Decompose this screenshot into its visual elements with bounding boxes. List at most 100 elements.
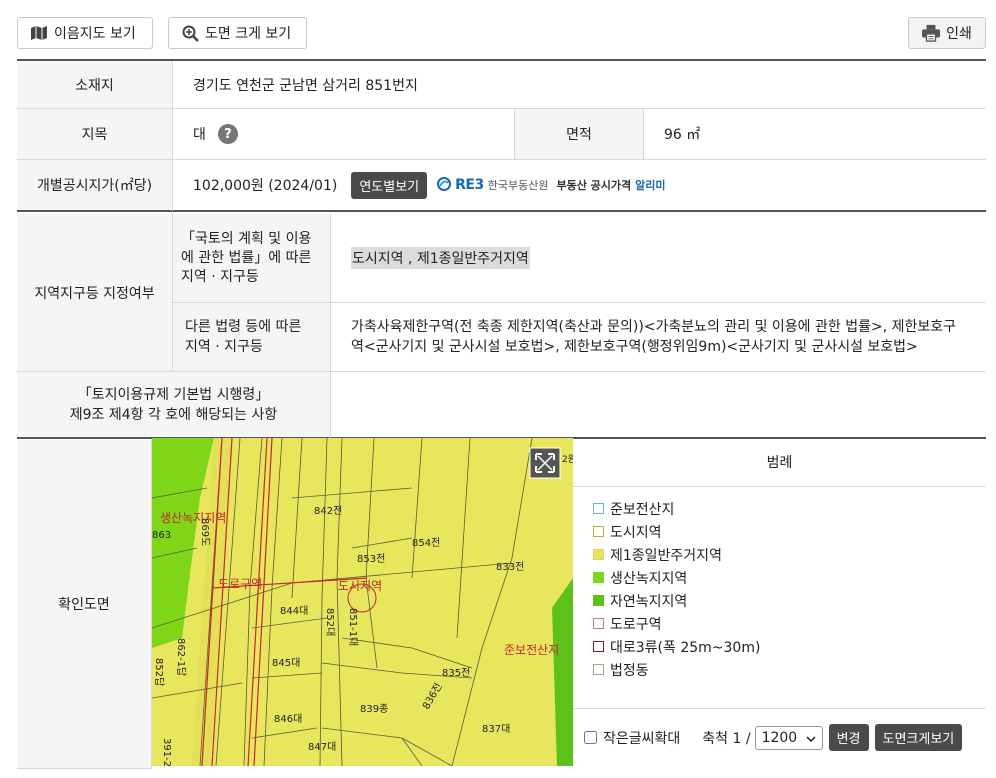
price-header-text: 개별공시지가(㎡당) <box>36 178 153 194</box>
svg-text:863: 863 <box>152 530 171 541</box>
svg-text:845대: 845대 <box>272 657 300 669</box>
scale-select[interactable]: 1200 <box>754 725 823 750</box>
price-header: 개별공시지가(㎡당) <box>17 160 173 212</box>
legend-label: 도시지역 <box>610 524 662 541</box>
svg-text:844대: 844대 <box>280 605 308 617</box>
legend-label: 대로3류(폭 25m~30m) <box>610 639 761 656</box>
legend-title: 범례 <box>573 438 986 487</box>
map-header-text: 확인도면 <box>58 597 110 613</box>
svg-text:853전: 853전 <box>357 553 385 565</box>
scale-change-button[interactable]: 변경 <box>828 724 869 751</box>
printer-icon <box>922 24 941 42</box>
legend-label: 준보전산지 <box>610 501 675 518</box>
location-header-text: 소재지 <box>75 77 114 94</box>
price-value: 102,000원 (2024/01) 연도별보기 RE3 한국부동산원 부동산 … <box>173 160 986 212</box>
svg-text:도로구역: 도로구역 <box>218 577 262 591</box>
category-header-text: 지목 <box>81 127 108 143</box>
location-header: 소재지 <box>17 61 173 109</box>
svg-text:837대: 837대 <box>482 723 510 735</box>
legend-item: 법정동 <box>593 658 760 681</box>
scale-select-value: 1200 <box>761 729 798 746</box>
zoom-drawing-button[interactable]: 도면 크게 보기 <box>168 17 307 49</box>
area-header-text: 면적 <box>566 127 592 143</box>
svg-text:835전: 835전 <box>442 667 470 679</box>
zone-other-header: 다른 법령 등에 따른 지역 · 지구등 <box>173 303 331 372</box>
zone-header: 지역지구등 지정여부 <box>17 214 173 372</box>
svg-text:869도: 869도 <box>199 518 210 546</box>
enlarge-drawing-button[interactable]: 도면크게보기 <box>874 724 963 751</box>
reb-logo-text: RE3 <box>455 177 484 193</box>
svg-text:854전: 854전 <box>412 537 440 549</box>
legend-item: 도로구역 <box>593 612 760 635</box>
legend-label: 생산녹지지역 <box>610 570 688 587</box>
map-icon <box>30 24 48 42</box>
location-value-text: 경기도 연천군 군남면 삼거리 851번지 <box>193 77 418 94</box>
legend-label: 법정동 <box>610 662 649 679</box>
zone-other-value: 가축사육제한구역(전 축종 제한지역(축산과 문의))<가축분뇨의 관리 및 이… <box>331 303 986 372</box>
legend-item: 준보전산지 <box>593 497 760 520</box>
svg-text:862-1답: 862-1답 <box>175 638 187 676</box>
category-value: 대 ? <box>173 109 515 160</box>
svg-text:준보전산지: 준보전산지 <box>504 643 559 657</box>
cadastral-map-drawing: 생산녹지지역 도로구역 도시지역 준보전산지 842전 854전 853전 83… <box>152 438 573 766</box>
svg-text:852답: 852답 <box>153 658 165 686</box>
legend-item: 도시지역 <box>593 520 760 543</box>
svg-text:846대: 846대 <box>274 713 302 725</box>
map-controls: 작은글씨확대 축척 1 / 1200 변경 도면크게보기 <box>573 708 986 766</box>
svg-text:833전: 833전 <box>496 561 524 573</box>
decree-header: 「토지이용규제 기본법 시행령」 제9조 제4항 각 호에 해당되는 사항 <box>17 372 331 439</box>
svg-text:836전: 836전 <box>420 681 445 712</box>
svg-text:852대: 852대 <box>324 608 336 636</box>
legend-swatch <box>593 526 604 537</box>
svg-text:839종: 839종 <box>360 703 388 715</box>
zone-other-value-text: 가축사육제한구역(전 축종 제한지역(축산과 문의))<가축분뇨의 관리 및 이… <box>351 319 957 355</box>
legend-swatch <box>593 664 604 675</box>
print-button[interactable]: 인쇄 <box>908 17 986 49</box>
magnifier-plus-icon <box>181 24 199 42</box>
svg-text:2원: 2원 <box>562 454 573 465</box>
category-header: 지목 <box>17 109 173 160</box>
zoom-drawing-label: 도면 크게 보기 <box>205 26 292 42</box>
legend-swatch <box>593 572 604 583</box>
legend-item: 제1종일반주거지역 <box>593 543 760 566</box>
area-value: 96 ㎡ <box>644 109 986 160</box>
reb-service-a: 부동산 공시가격 <box>556 179 632 192</box>
area-value-text: 96 ㎡ <box>664 127 701 143</box>
cadastral-map[interactable]: 생산녹지지역 도로구역 도시지역 준보전산지 842전 854전 853전 83… <box>152 438 573 766</box>
small-text-enlarge-checkbox[interactable] <box>584 731 597 744</box>
svg-text:도시지역: 도시지역 <box>338 579 382 593</box>
legend-item: 대로3류(폭 25m~30m) <box>593 635 760 658</box>
svg-text:391-2도: 391-2도 <box>161 738 172 766</box>
reb-name: 한국부동산원 <box>487 179 549 192</box>
price-value-text: 102,000원 (2024/01) <box>193 178 338 194</box>
zone-other-header-text: 다른 법령 등에 따른 지역 · 지구등 <box>185 319 302 355</box>
view-map-button[interactable]: 이음지도 보기 <box>17 17 153 49</box>
legend-list: 준보전산지도시지역제1종일반주거지역생산녹지지역자연녹지지역도로구역대로3류(폭… <box>593 497 760 681</box>
print-label: 인쇄 <box>946 26 972 42</box>
view-map-label: 이음지도 보기 <box>54 26 136 42</box>
svg-text:생산녹지지역: 생산녹지지역 <box>160 511 226 525</box>
fullscreen-icon[interactable] <box>529 447 561 479</box>
svg-text:842전: 842전 <box>314 505 342 517</box>
reb-logo-link[interactable]: RE3 한국부동산원 부동산 공시가격 알리미 <box>437 176 666 194</box>
svg-text:851-1대: 851-1대 <box>347 608 359 646</box>
chevron-down-icon <box>806 730 816 746</box>
legend-swatch <box>593 503 604 514</box>
legend-swatch <box>593 549 604 560</box>
zone-law-header-text: 「국토의 계획 및 이용 에 관한 법률」에 따른 지역 · 지구등 <box>181 230 312 285</box>
decree-header-text: 「토지이용규제 기본법 시행령」 제9조 제4항 각 호에 해당되는 사항 <box>69 386 278 423</box>
reb-logo-icon <box>437 176 452 194</box>
legend-label: 도로구역 <box>610 616 662 633</box>
legend-label: 자연녹지지역 <box>610 593 688 610</box>
reb-service-b: 알리미 <box>635 179 666 192</box>
yearly-price-button[interactable]: 연도별보기 <box>351 171 428 199</box>
help-icon[interactable]: ? <box>217 124 238 144</box>
legend-item: 생산녹지지역 <box>593 566 760 589</box>
zone-law-value: 도시지역 , 제1종일반주거지역 <box>331 214 986 303</box>
legend-title-text: 범례 <box>766 455 793 471</box>
scale-label: 축척 1 / <box>702 730 751 747</box>
svg-text:847대: 847대 <box>308 741 336 753</box>
location-value: 경기도 연천군 군남면 삼거리 851번지 <box>173 61 986 109</box>
zone-law-value-text: 도시지역 , 제1종일반주거지역 <box>351 247 530 269</box>
zone-law-header: 「국토의 계획 및 이용 에 관한 법률」에 따른 지역 · 지구등 <box>173 214 331 303</box>
